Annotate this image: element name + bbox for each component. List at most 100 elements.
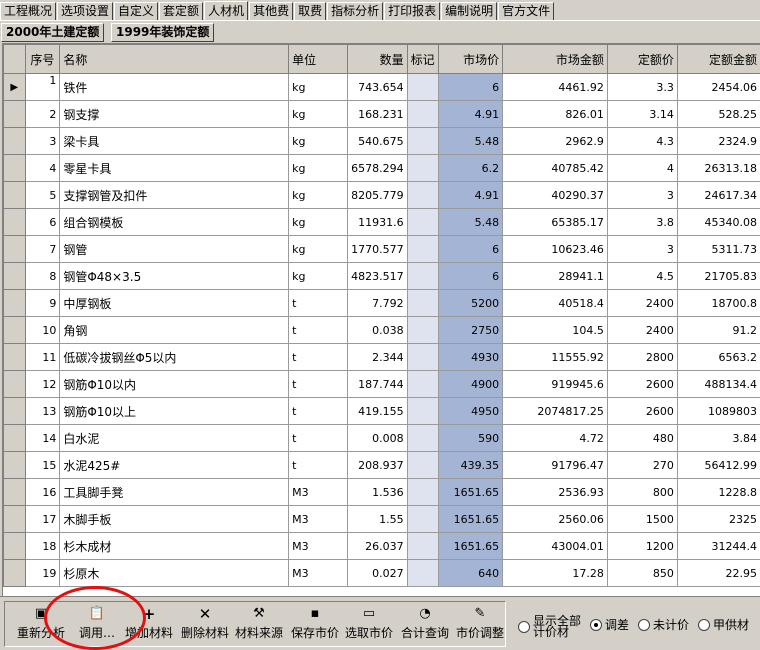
- market-price-cell[interactable]: 1651.65: [438, 506, 503, 533]
- table-row[interactable]: 5支撑钢管及扣件kg8205.7794.9140290.37324617.34: [4, 182, 760, 209]
- market-amount-cell[interactable]: 919945.6: [503, 371, 608, 398]
- index-cell[interactable]: 14: [25, 425, 60, 452]
- index-cell[interactable]: 15: [25, 452, 60, 479]
- table-row[interactable]: 13钢筋Φ10以上t419.15549502074817.25260010898…: [4, 398, 760, 425]
- name-cell[interactable]: 水泥425#: [60, 452, 289, 479]
- toolbar-button-paste[interactable]: 📋调用…: [72, 607, 122, 643]
- table-row[interactable]: ▶1铁件kg743.65464461.923.32454.06: [4, 74, 760, 101]
- flag-cell[interactable]: [407, 155, 438, 182]
- index-cell[interactable]: 6: [25, 209, 60, 236]
- tab-10[interactable]: 官方文件: [498, 2, 554, 20]
- market-amount-cell[interactable]: 2536.93: [503, 479, 608, 506]
- flag-cell[interactable]: [407, 263, 438, 290]
- flag-cell[interactable]: [407, 182, 438, 209]
- quota-price-cell[interactable]: 270: [607, 452, 677, 479]
- row-indicator[interactable]: [4, 155, 26, 182]
- option-radio-0[interactable]: 显示全部计价材: [518, 616, 585, 638]
- market-amount-cell[interactable]: 43004.01: [503, 533, 608, 560]
- index-cell[interactable]: 7: [25, 236, 60, 263]
- table-row[interactable]: 11低碳冷拔钢丝Φ5以内t2.344493011555.9228006563.2: [4, 344, 760, 371]
- table-row[interactable]: 9中厚钢板t7.792520040518.4240018700.8: [4, 290, 760, 317]
- name-cell[interactable]: 梁卡具: [60, 128, 289, 155]
- unit-cell[interactable]: t: [289, 425, 348, 452]
- market-amount-cell[interactable]: 28941.1: [503, 263, 608, 290]
- row-indicator[interactable]: [4, 101, 26, 128]
- market-amount-cell[interactable]: 826.01: [503, 101, 608, 128]
- index-cell[interactable]: 5: [25, 182, 60, 209]
- tab-3[interactable]: 套定额: [159, 2, 203, 20]
- name-cell[interactable]: 角钢: [60, 317, 289, 344]
- flag-cell[interactable]: [407, 344, 438, 371]
- tab-5[interactable]: 其他费: [249, 2, 293, 20]
- subtab-1999-decoration-quota[interactable]: 1999年装饰定额: [111, 23, 214, 42]
- market-price-cell[interactable]: 590: [438, 425, 503, 452]
- quantity-cell[interactable]: 0.008: [348, 425, 408, 452]
- index-cell[interactable]: 2: [25, 101, 60, 128]
- market-amount-cell[interactable]: 104.5: [503, 317, 608, 344]
- table-row[interactable]: 19杉原木M30.02764017.2885022.95: [4, 560, 760, 587]
- unit-cell[interactable]: t: [289, 371, 348, 398]
- unit-cell[interactable]: M3: [289, 560, 348, 587]
- market-price-cell[interactable]: 5.48: [438, 128, 503, 155]
- unit-cell[interactable]: kg: [289, 74, 348, 101]
- index-cell[interactable]: 3: [25, 128, 60, 155]
- quantity-cell[interactable]: 1.536: [348, 479, 408, 506]
- table-row[interactable]: 7钢管kg1770.577610623.4635311.73: [4, 236, 760, 263]
- quantity-cell[interactable]: 4823.517: [348, 263, 408, 290]
- quantity-cell[interactable]: 7.792: [348, 290, 408, 317]
- flag-cell[interactable]: [407, 533, 438, 560]
- unit-cell[interactable]: kg: [289, 209, 348, 236]
- quantity-cell[interactable]: 1770.577: [348, 236, 408, 263]
- quota-amount-cell[interactable]: 5311.73: [677, 236, 760, 263]
- quota-amount-cell[interactable]: 2325: [677, 506, 760, 533]
- quota-amount-cell[interactable]: 31244.4: [677, 533, 760, 560]
- table-row[interactable]: 18杉木成材M326.0371651.6543004.01120031244.4: [4, 533, 760, 560]
- market-amount-cell[interactable]: 10623.46: [503, 236, 608, 263]
- quota-price-cell[interactable]: 2800: [607, 344, 677, 371]
- quantity-cell[interactable]: 26.037: [348, 533, 408, 560]
- quota-amount-cell[interactable]: 56412.99: [677, 452, 760, 479]
- name-cell[interactable]: 白水泥: [60, 425, 289, 452]
- row-indicator[interactable]: [4, 182, 26, 209]
- row-indicator[interactable]: [4, 479, 26, 506]
- index-cell[interactable]: 1: [25, 74, 60, 101]
- market-amount-cell[interactable]: 40290.37: [503, 182, 608, 209]
- row-indicator[interactable]: [4, 371, 26, 398]
- quantity-cell[interactable]: 2.344: [348, 344, 408, 371]
- quota-price-cell[interactable]: 3.8: [607, 209, 677, 236]
- quota-amount-cell[interactable]: 1228.8: [677, 479, 760, 506]
- quota-amount-cell[interactable]: 91.2: [677, 317, 760, 344]
- quota-price-cell[interactable]: 3.14: [607, 101, 677, 128]
- name-cell[interactable]: 零星卡具: [60, 155, 289, 182]
- unit-cell[interactable]: M3: [289, 506, 348, 533]
- table-row[interactable]: 6组合钢模板kg11931.65.4865385.173.845340.08: [4, 209, 760, 236]
- quota-amount-cell[interactable]: 488134.4: [677, 371, 760, 398]
- quota-amount-cell[interactable]: 3.84: [677, 425, 760, 452]
- table-row[interactable]: 16工具脚手凳M31.5361651.652536.938001228.8: [4, 479, 760, 506]
- market-amount-cell[interactable]: 40518.4: [503, 290, 608, 317]
- name-cell[interactable]: 杉原木: [60, 560, 289, 587]
- flag-cell[interactable]: [407, 236, 438, 263]
- name-cell[interactable]: 钢筋Φ10以上: [60, 398, 289, 425]
- index-cell[interactable]: 18: [25, 533, 60, 560]
- name-cell[interactable]: 中厚钢板: [60, 290, 289, 317]
- quota-price-cell[interactable]: 850: [607, 560, 677, 587]
- tab-0[interactable]: 工程概况: [0, 2, 56, 20]
- row-indicator[interactable]: ▶: [4, 74, 26, 101]
- quota-price-cell[interactable]: 3: [607, 182, 677, 209]
- market-amount-cell[interactable]: 4.72: [503, 425, 608, 452]
- index-cell[interactable]: 17: [25, 506, 60, 533]
- unit-cell[interactable]: kg: [289, 101, 348, 128]
- name-cell[interactable]: 铁件: [60, 74, 289, 101]
- quota-amount-cell[interactable]: 45340.08: [677, 209, 760, 236]
- quota-amount-cell[interactable]: 528.25: [677, 101, 760, 128]
- column-header[interactable]: 市场价: [438, 45, 503, 74]
- market-amount-cell[interactable]: 2560.06: [503, 506, 608, 533]
- index-cell[interactable]: 8: [25, 263, 60, 290]
- quota-amount-cell[interactable]: 2454.06: [677, 74, 760, 101]
- market-amount-cell[interactable]: 4461.92: [503, 74, 608, 101]
- index-cell[interactable]: 12: [25, 371, 60, 398]
- table-row[interactable]: 3梁卡具kg540.6755.482962.94.32324.9: [4, 128, 760, 155]
- flag-cell[interactable]: [407, 74, 438, 101]
- quantity-cell[interactable]: 743.654: [348, 74, 408, 101]
